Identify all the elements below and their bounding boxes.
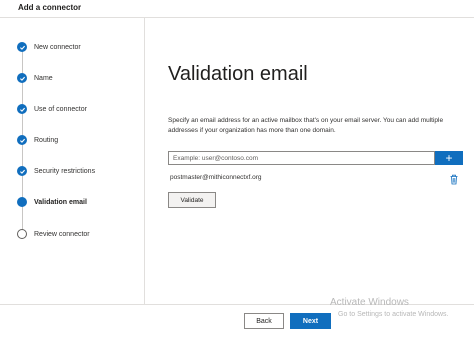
activate-windows-title: Activate Windows xyxy=(330,297,409,308)
dialog-title: Add a connector xyxy=(18,3,82,12)
next-button[interactable]: Next xyxy=(290,313,331,329)
plus-icon: + xyxy=(445,151,453,165)
step-label: Review connector xyxy=(34,230,90,238)
step-label: Routing xyxy=(34,136,59,144)
current-step-dot-icon xyxy=(17,197,27,207)
step-label: New connector xyxy=(34,43,81,51)
check-icon xyxy=(17,104,27,114)
step-label: Validation email xyxy=(34,198,87,206)
step-label: Name xyxy=(34,74,53,82)
step-routing[interactable]: Routing xyxy=(17,133,58,147)
title-bar: Add a connector xyxy=(0,0,474,18)
step-security-restrictions[interactable]: Security restrictions xyxy=(17,164,95,178)
validate-button[interactable]: Validate xyxy=(168,192,216,208)
page-description: Specify an email address for an active m… xyxy=(168,117,444,134)
step-review-connector[interactable]: Review connector xyxy=(17,227,90,241)
check-icon xyxy=(17,73,27,83)
step-use-of-connector[interactable]: Use of connector xyxy=(17,102,87,116)
step-label: Use of connector xyxy=(34,105,87,113)
back-button[interactable]: Back xyxy=(244,313,284,329)
email-list-item: postmaster@mithiconnectxf.org xyxy=(168,172,463,185)
step-validation-email[interactable]: Validation email xyxy=(17,195,87,209)
step-new-connector[interactable]: New connector xyxy=(17,40,81,54)
email-address: postmaster@mithiconnectxf.org xyxy=(170,174,262,181)
check-icon xyxy=(17,135,27,145)
step-label: Security restrictions xyxy=(34,167,96,175)
check-icon xyxy=(17,166,27,176)
page-title: Validation email xyxy=(168,63,308,85)
activate-windows-subtitle: Go to Settings to activate Windows. xyxy=(338,311,449,318)
pending-step-circle-icon xyxy=(17,229,27,239)
step-name[interactable]: Name xyxy=(17,71,53,85)
add-email-button[interactable]: + xyxy=(435,151,463,165)
main-content: Validation email Specify an email addres… xyxy=(145,18,474,304)
email-input[interactable] xyxy=(168,151,435,165)
check-icon xyxy=(17,42,27,52)
trash-icon[interactable] xyxy=(449,172,459,185)
